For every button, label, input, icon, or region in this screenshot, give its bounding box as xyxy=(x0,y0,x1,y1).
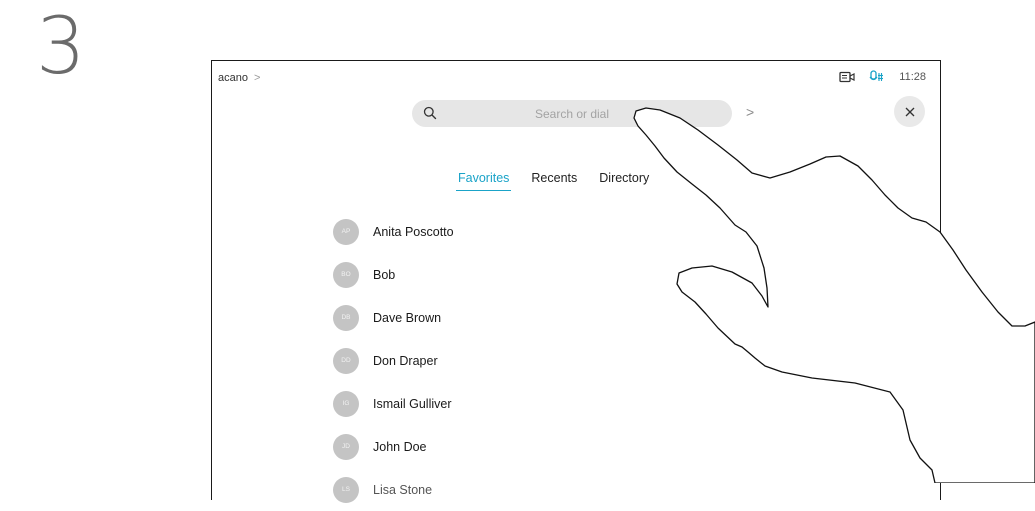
breadcrumb[interactable]: acano > xyxy=(218,72,260,84)
status-bar: 11:28 xyxy=(839,70,926,83)
list-item[interactable]: IG Ismail Gulliver xyxy=(333,382,454,425)
list-item[interactable]: DD Don Draper xyxy=(333,339,454,382)
camera-icon[interactable] xyxy=(839,71,855,83)
contact-name: Bob xyxy=(373,267,396,282)
list-item[interactable]: JD John Doe xyxy=(333,425,454,468)
close-button[interactable] xyxy=(894,96,925,127)
search-icon xyxy=(423,106,437,125)
avatar: LS xyxy=(333,476,359,503)
avatar: BO xyxy=(333,261,359,288)
list-item[interactable]: AP Anita Poscotto xyxy=(333,210,454,253)
search-input[interactable] xyxy=(412,100,732,127)
avatar: DD xyxy=(333,347,359,374)
contact-name: Lisa Stone xyxy=(373,482,433,497)
avatar: AP xyxy=(333,218,359,245)
microphone-icon[interactable] xyxy=(869,70,885,83)
tab-recents[interactable]: Recents xyxy=(529,171,579,191)
search-bar[interactable] xyxy=(412,100,732,127)
contact-name: Don Draper xyxy=(373,353,438,368)
clock-time: 11:28 xyxy=(899,70,926,83)
device-screen: acano > 11:28 Search or dial > Favorites… xyxy=(211,60,941,503)
close-icon xyxy=(905,107,914,116)
tab-bar: Favorites Recents Directory xyxy=(456,171,651,191)
chevron-right-icon[interactable]: > xyxy=(746,104,754,120)
contact-list: AP Anita Poscotto BO Bob DB Dave Brown D… xyxy=(333,210,454,511)
contact-name: John Doe xyxy=(373,439,427,454)
list-item[interactable]: BO Bob xyxy=(333,253,454,296)
step-number: 3 xyxy=(36,2,86,92)
list-item[interactable]: DB Dave Brown xyxy=(333,296,454,339)
breadcrumb-label: acano xyxy=(218,72,248,84)
avatar: DB xyxy=(333,304,359,331)
avatar: IG xyxy=(333,390,359,417)
tab-directory[interactable]: Directory xyxy=(597,171,651,191)
chevron-right-icon: > xyxy=(253,72,261,84)
contact-name: Anita Poscotto xyxy=(373,224,454,239)
contact-name: Ismail Gulliver xyxy=(373,396,452,411)
list-item[interactable]: LS Lisa Stone xyxy=(333,468,454,511)
tab-favorites[interactable]: Favorites xyxy=(456,171,512,191)
avatar: JD xyxy=(333,433,359,460)
contact-name: Dave Brown xyxy=(373,310,442,325)
